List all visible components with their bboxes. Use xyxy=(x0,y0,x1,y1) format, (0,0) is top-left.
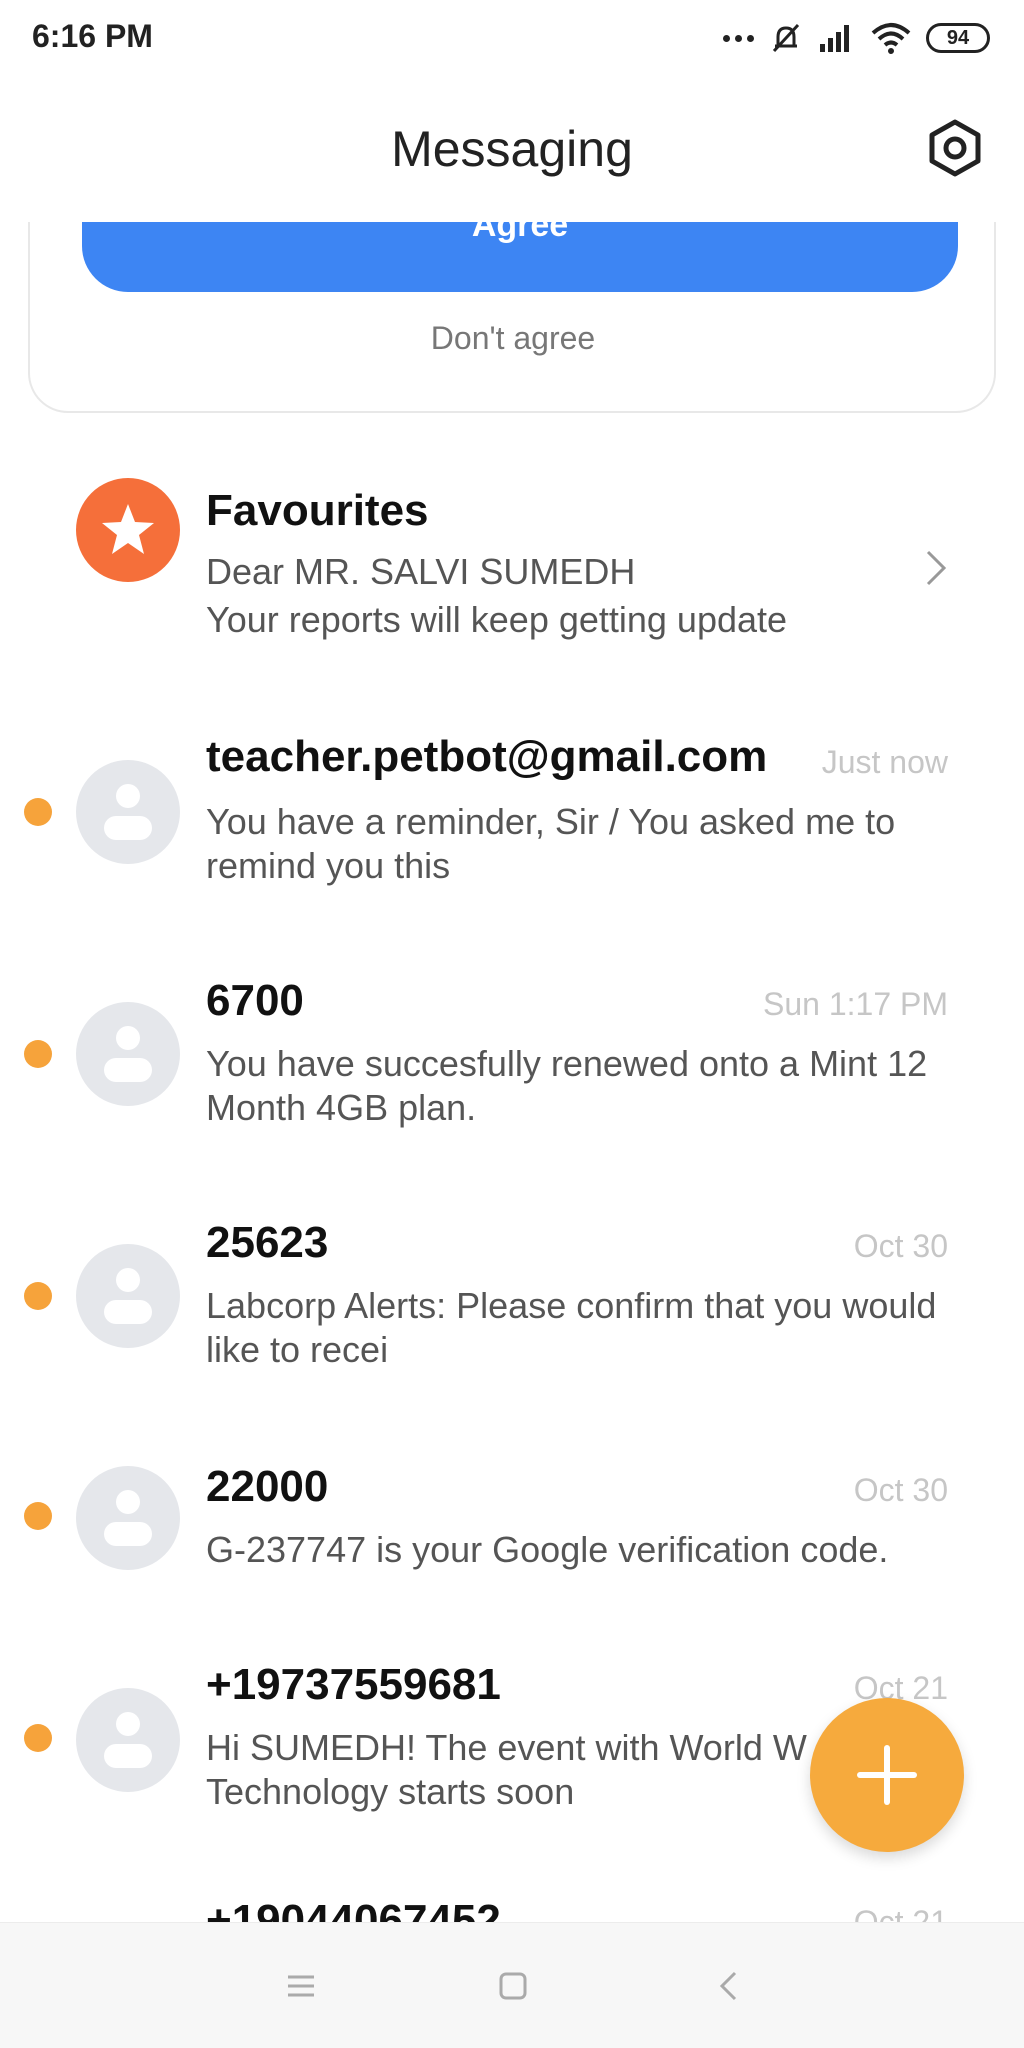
conversation-name: +19737559681 xyxy=(206,1660,501,1709)
conversation-time: Oct 21 xyxy=(853,1904,948,1922)
conversation-preview: G-237747 is your Google verification cod… xyxy=(206,1529,889,1570)
conversation-row[interactable]: 25623 Oct 30 Labcorp Alerts: Please conf… xyxy=(0,1208,1024,1408)
favourites-row[interactable]: Favourites Dear MR. SALVI SUMEDH Your re… xyxy=(0,470,1024,660)
favourites-avatar xyxy=(76,478,180,582)
unread-dot xyxy=(24,1282,52,1310)
conversation-preview: Labcorp Alerts: Please confirm that you … xyxy=(206,1285,937,1370)
conversation-name: 25623 xyxy=(206,1218,329,1267)
battery-icon: 94 xyxy=(926,23,990,53)
app-header: Messaging xyxy=(0,72,1024,222)
conversation-row[interactable]: teacher.petbot@gmail.com Just now You ha… xyxy=(0,724,1024,924)
conversation-time: Sun 1:17 PM xyxy=(763,986,948,1022)
conversation-row[interactable]: 22000 Oct 30 G-237747 is your Google ver… xyxy=(0,1452,1024,1622)
page-title: Messaging xyxy=(391,121,633,177)
favourites-title: Favourites xyxy=(206,486,429,535)
settings-icon[interactable] xyxy=(926,118,984,178)
conversation-preview: You have succesfully renewed onto a Mint… xyxy=(206,1043,928,1128)
unread-dot xyxy=(24,1502,52,1530)
back-icon[interactable] xyxy=(704,1961,754,2011)
menu-icon[interactable] xyxy=(276,1961,326,2011)
more-dots-icon xyxy=(723,34,754,42)
mute-bell-icon xyxy=(772,23,800,53)
dont-agree-button[interactable]: Don't agree xyxy=(30,320,996,357)
avatar xyxy=(76,1688,180,1792)
unread-dot xyxy=(24,798,52,826)
signal-icon xyxy=(820,25,849,52)
avatar xyxy=(76,760,180,864)
favourites-line-2: Your reports will keep getting update xyxy=(206,599,788,640)
avatar xyxy=(76,1244,180,1348)
plus-icon xyxy=(857,1745,917,1805)
favourites-preview: Dear MR. SALVI SUMEDH Your reports will … xyxy=(206,550,866,642)
conversation-name: +19044067452 xyxy=(206,1896,501,1922)
avatar xyxy=(76,1002,180,1106)
chevron-right-icon xyxy=(926,550,947,586)
unread-dot xyxy=(24,1724,52,1752)
navigation-bar xyxy=(0,1922,1024,2048)
wifi-icon xyxy=(871,23,911,54)
new-message-button[interactable] xyxy=(810,1698,964,1852)
conversation-name: 22000 xyxy=(206,1462,329,1511)
status-bar: 6:16 PM 94 xyxy=(0,0,1024,72)
status-icons: 94 xyxy=(723,18,990,58)
conversation-row[interactable]: 6700 Sun 1:17 PM You have succesfully re… xyxy=(0,966,1024,1166)
status-time: 6:16 PM xyxy=(32,18,153,54)
star-icon xyxy=(102,504,154,554)
conversation-preview: You have a reminder, Sir / You asked me … xyxy=(206,801,896,886)
home-icon[interactable] xyxy=(488,1961,538,2011)
avatar xyxy=(76,1466,180,1570)
conversation-row[interactable]: +19044067452 Oct 21 xyxy=(0,1896,1024,1922)
conversation-name: 6700 xyxy=(206,976,304,1025)
conversation-time: Oct 30 xyxy=(853,1472,948,1508)
conversation-time: Oct 30 xyxy=(853,1228,948,1264)
conversation-name: teacher.petbot@gmail.com xyxy=(206,732,768,781)
favourites-line-1: Dear MR. SALVI SUMEDH xyxy=(206,551,636,592)
unread-dot xyxy=(24,1040,52,1068)
conversation-time: Just now xyxy=(821,744,948,780)
